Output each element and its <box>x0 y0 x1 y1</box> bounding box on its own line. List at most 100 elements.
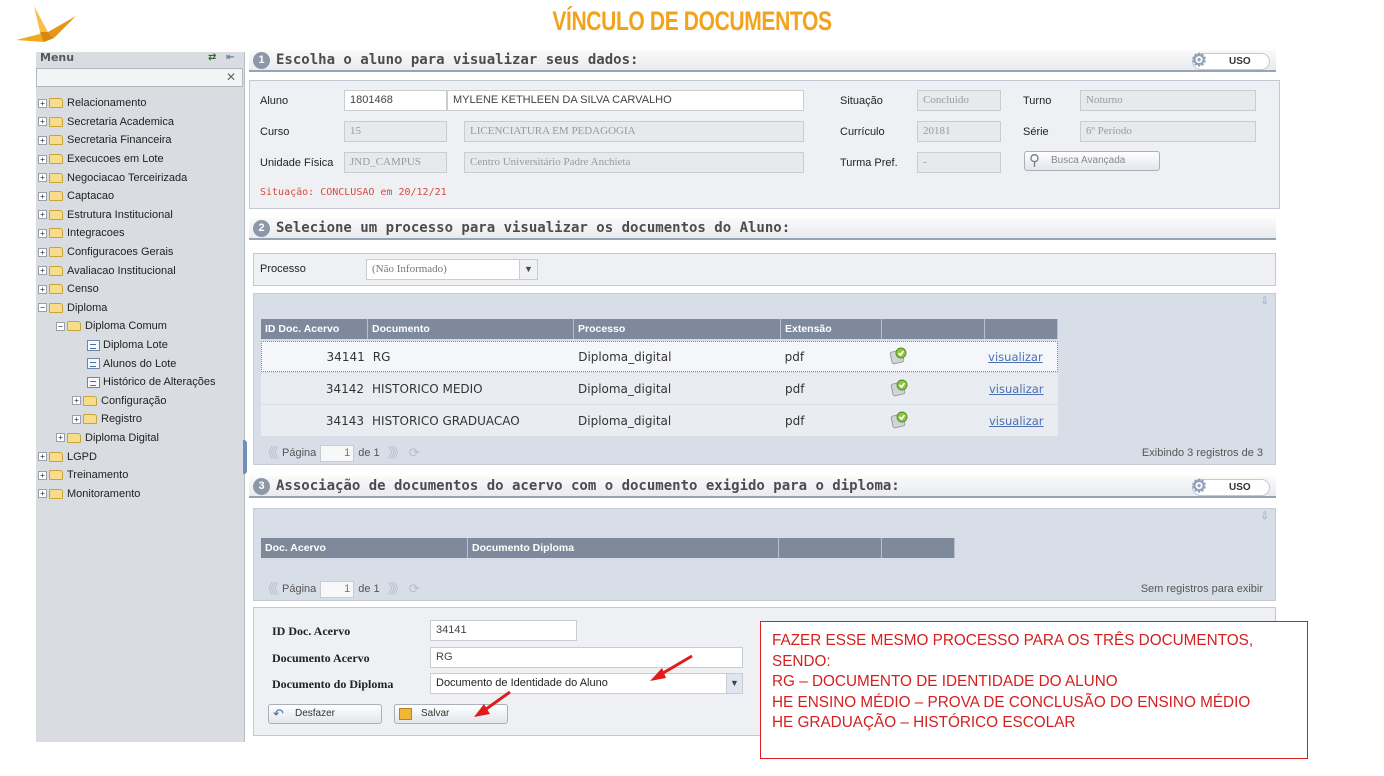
expand-node-icon[interactable]: + <box>72 414 81 424</box>
clear-search-icon[interactable]: ✕ <box>226 70 240 84</box>
col-doc-acervo[interactable]: Doc. Acervo <box>261 538 468 558</box>
folder-icon <box>67 432 81 443</box>
menu-search-input[interactable] <box>36 68 243 87</box>
sidebar-item[interactable]: − Diploma Comum <box>38 317 243 336</box>
table-row[interactable]: 34143 HISTORICO GRADUACAO Diploma_digital p… <box>261 405 1058 436</box>
sidebar-item[interactable]: + Negociacao Terceirizada <box>38 168 243 187</box>
sidebar-item[interactable]: Diploma Lote <box>38 336 243 355</box>
sidebar-item[interactable]: + Estrutura Institucional <box>38 206 243 225</box>
sidebar-item[interactable]: + Registro <box>38 410 243 429</box>
sidebar-item[interactable]: + Execucoes em Lote <box>38 150 243 169</box>
collapse-node-icon[interactable]: − <box>38 303 47 313</box>
sidebar-item[interactable]: + Monitoramento <box>38 484 243 503</box>
chevron-down-icon[interactable]: ▼ <box>519 260 537 279</box>
cell-processo: Diploma_digital <box>578 381 672 396</box>
processo-label: Processo <box>260 263 306 275</box>
col-id[interactable]: ID Doc. Acervo <box>261 319 368 339</box>
sidebar-item[interactable]: + Configuração <box>38 392 243 411</box>
expand-node-icon[interactable]: + <box>38 470 47 480</box>
expand-node-icon[interactable]: + <box>38 210 47 220</box>
sidebar-item[interactable]: + Configuracoes Gerais <box>38 243 243 262</box>
expand-node-icon[interactable]: + <box>38 154 47 164</box>
cell-id: 34142 <box>325 381 364 396</box>
busca-avancada-button[interactable]: ⚲ Busca Avançada <box>1024 151 1160 171</box>
expand-node-icon[interactable]: + <box>38 266 47 276</box>
doc-diploma-value: Documento de Identidade do Aluno <box>436 677 608 689</box>
expand-node-icon[interactable]: + <box>38 191 47 201</box>
sidebar-item-label: Diploma Comum <box>85 320 167 333</box>
sidebar-item[interactable]: + Avaliacao Institucional <box>38 261 243 280</box>
page-number-input[interactable]: 1 <box>320 444 355 462</box>
sidebar-item[interactable]: − Diploma <box>38 299 243 318</box>
sidebar-item-label: Secretaria Academica <box>67 115 174 128</box>
folder-icon <box>49 302 63 313</box>
sidebar-item[interactable]: + Diploma Digital <box>38 429 243 448</box>
visualizar-link[interactable]: visualizar <box>984 350 1057 364</box>
aluno-name-field[interactable]: MYLENE KETHLEEN DA SILVA CARVALHO <box>447 90 804 111</box>
sidebar-item[interactable]: + Treinamento <box>38 466 243 485</box>
sidebar-item[interactable]: + Relacionamento <box>38 94 243 113</box>
uso-button[interactable]: ⚙ USO <box>1191 476 1270 496</box>
doc-diploma-label: Documento do Diploma <box>272 677 394 691</box>
table-row[interactable]: 34142 HISTORICO MEDIO Diploma_digital pdf vi… <box>261 373 1058 404</box>
first-page-icon[interactable]: 《《 <box>261 579 279 599</box>
refresh-icon[interactable]: ⟳ <box>409 581 420 597</box>
sidebar-item[interactable]: + LGPD <box>38 447 243 466</box>
expand-node-icon[interactable]: + <box>38 489 47 499</box>
expand-node-icon[interactable]: + <box>38 173 47 183</box>
serie-field: 6º Período <box>1080 121 1256 142</box>
arrow-down-icon[interactable]: ⇩ <box>1261 511 1269 522</box>
expand-node-icon[interactable]: + <box>38 247 47 257</box>
aluno-code-field[interactable]: 1801468 <box>344 90 447 111</box>
undo-icon: ↶ <box>273 706 284 721</box>
col-extensao[interactable]: Extensão <box>781 319 882 339</box>
uso-button[interactable]: ⚙ USO <box>1191 50 1270 70</box>
menu-header: Menu ⇄ ⇤ <box>36 52 244 65</box>
arrow-down-icon[interactable]: ⇩ <box>1261 296 1269 307</box>
collapse-icon[interactable]: ⇤ <box>226 52 234 63</box>
document-check-icon[interactable] <box>890 410 909 429</box>
magnifier-icon: ⚲ <box>1029 152 1040 169</box>
sidebar-item[interactable]: + Captacao <box>38 187 243 206</box>
processo-select[interactable]: (Não Informado) ▼ <box>366 259 538 280</box>
sidebar-item[interactable]: + Censo <box>38 280 243 299</box>
col-documento-diploma[interactable]: Documento Diploma <box>468 538 779 558</box>
id-doc-field[interactable]: 34141 <box>430 620 577 641</box>
document-check-icon[interactable] <box>890 378 909 397</box>
col-documento[interactable]: Documento <box>368 319 574 339</box>
expand-node-icon[interactable]: + <box>56 433 65 443</box>
expand-node-icon[interactable]: + <box>38 135 47 145</box>
col-processo[interactable]: Processo <box>574 319 781 339</box>
expand-node-icon[interactable]: + <box>38 98 47 108</box>
expand-node-icon[interactable]: + <box>72 396 81 406</box>
folder-icon <box>83 395 97 406</box>
folder-icon <box>49 228 63 239</box>
visualizar-link[interactable]: visualizar <box>985 414 1058 428</box>
refresh-icon[interactable]: ⟳ <box>409 445 420 461</box>
expand-node-icon[interactable]: + <box>38 117 47 127</box>
collapse-node-icon[interactable]: − <box>56 321 65 331</box>
sidebar-item[interactable]: Alunos do Lote <box>38 354 243 373</box>
expand-node-icon[interactable]: + <box>38 284 47 294</box>
first-page-icon[interactable]: 《《 <box>261 443 279 463</box>
expand-node-icon[interactable]: + <box>38 452 47 462</box>
refresh-icon[interactable]: ⇄ <box>208 52 216 63</box>
undo-button[interactable]: ↶ Desfazer <box>268 704 382 724</box>
sidebar-item[interactable]: Histórico de Alterações <box>38 373 243 392</box>
step-number: 2 <box>253 219 270 237</box>
note-line: HE ENSINO MÉDIO – PROVA DE CONCLUSÃO DO … <box>772 693 1251 711</box>
next-page-icon[interactable]: 》》 <box>388 443 406 463</box>
sidebar-item[interactable]: + Secretaria Financeira <box>38 131 243 150</box>
document-check-icon[interactable] <box>889 346 908 365</box>
folder-icon <box>49 98 63 109</box>
next-page-icon[interactable]: 》》 <box>388 579 406 599</box>
visualizar-link[interactable]: visualizar <box>985 382 1058 396</box>
uso-label: USO <box>1229 56 1251 67</box>
chevron-down-icon[interactable]: ▼ <box>726 674 742 693</box>
expand-node-icon[interactable]: + <box>38 228 47 238</box>
sidebar-toggle-handle[interactable] <box>243 440 247 474</box>
page-number-input[interactable]: 1 <box>320 580 355 598</box>
sidebar-item[interactable]: + Secretaria Academica <box>38 113 243 132</box>
table-row[interactable]: 34141 RG Diploma_digital pdf visualizar <box>261 341 1058 372</box>
sidebar-item[interactable]: + Integracoes <box>38 224 243 243</box>
